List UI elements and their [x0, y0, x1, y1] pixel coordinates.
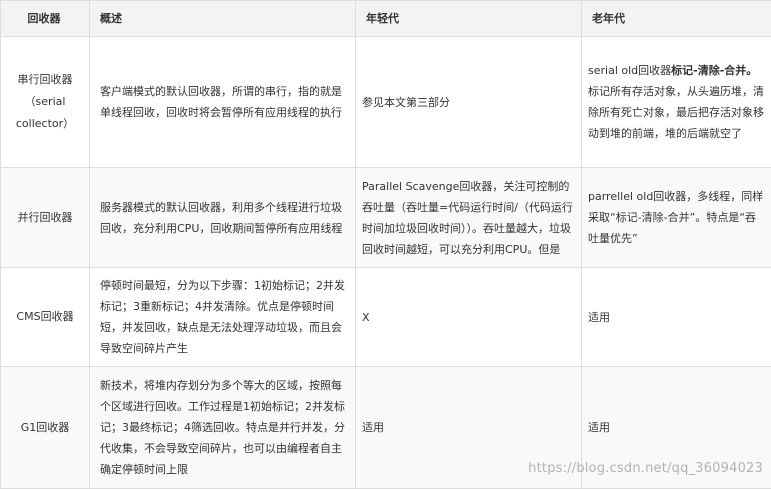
young-gen-cell: 参见本文第三部分 [356, 37, 582, 168]
header-young-gen: 年轻代 [356, 1, 582, 37]
header-collector: 回收器 [1, 1, 90, 37]
table-row: 并行回收器 服务器模式的默认回收器，利用多个线程进行垃圾回收，充分利用CPU，回… [1, 168, 771, 268]
table-row: CMS回收器 停顿时间最短，分为以下步骤：1初始标记；2并发标记；3重新标记；4… [1, 268, 771, 367]
collector-name: G1回收器 [1, 367, 90, 489]
collector-name-text: 串行回收器 （serial collector） [16, 73, 74, 130]
old-gen-cell: 适用 [582, 268, 771, 367]
watermark-text: https://blog.csdn.net/qq_36094023 [528, 461, 763, 476]
table-row: 串行回收器 （serial collector） 客户端模式的默认回收器，所谓的… [1, 37, 771, 168]
collector-name: CMS回收器 [1, 268, 90, 367]
old-gen-prefix: serial old回收器 [588, 64, 671, 77]
young-gen-cell: X [356, 268, 582, 367]
old-gen-cell: serial old回收器标记-清除-合并。标记所有存活对象，从头遍历堆，清除所… [582, 37, 771, 168]
header-old-gen: 老年代 [582, 1, 771, 37]
gc-comparison-table: 回收器 概述 年轻代 老年代 串行回收器 （serial collector） … [0, 0, 771, 489]
old-gen-rest: 标记所有存活对象，从头遍历堆，清除所有死亡对象，最后把存活对象移动到堆的前端，堆… [588, 85, 764, 140]
collector-name: 并行回收器 [1, 168, 90, 268]
overview-cell: 停顿时间最短，分为以下步骤：1初始标记；2并发标记；3重新标记；4并发清除。优点… [90, 268, 356, 367]
overview-cell: 服务器模式的默认回收器，利用多个线程进行垃圾回收，充分利用CPU，回收期间暂停所… [90, 168, 356, 268]
overview-cell: 新技术，将堆内存划分为多个等大的区域，按照每个区域进行回收。工作过程是1初始标记… [90, 367, 356, 489]
overview-cell: 客户端模式的默认回收器，所谓的串行，指的就是单线程回收，回收时将会暂停所有应用线… [90, 37, 356, 168]
header-overview: 概述 [90, 1, 356, 37]
collector-name: 串行回收器 （serial collector） [1, 37, 90, 168]
old-gen-bold: 标记-清除-合并。 [671, 64, 757, 77]
table-header-row: 回收器 概述 年轻代 老年代 [1, 1, 771, 37]
old-gen-cell: parrellel old回收器，多线程，同样采取“标记-清除-合并”。特点是“… [582, 168, 771, 268]
young-gen-cell: Parallel Scavenge回收器，关注可控制的吞吐量（吞吐量=代码运行时… [356, 168, 582, 268]
